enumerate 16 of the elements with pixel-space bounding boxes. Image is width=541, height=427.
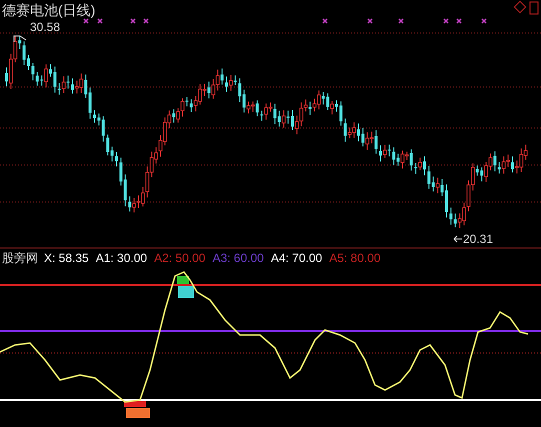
- indicator-name: 股旁网: [2, 251, 38, 266]
- low-price-label: 20.31: [463, 232, 494, 246]
- low-arrow-icon: [454, 236, 462, 242]
- high-price-label: 30.58: [30, 20, 60, 34]
- sell-signal-block: [177, 276, 189, 284]
- chart-title: 德赛电池(日线): [2, 1, 96, 19]
- diamond-icon[interactable]: [514, 0, 526, 14]
- indicator-value: A3: 60.00: [212, 251, 264, 266]
- panel-toggle-icon[interactable]: [530, 2, 538, 14]
- indicator-value: A5: 80.00: [329, 251, 381, 266]
- sell-signal-block: [178, 286, 194, 298]
- indicator-value: A2: 50.00: [154, 251, 206, 266]
- high-pointer-icon: [14, 36, 26, 42]
- indicator-value: A1: 30.00: [96, 251, 148, 266]
- indicator-value: A4: 70.00: [270, 251, 322, 266]
- indicator-value: X: 58.35: [44, 251, 89, 266]
